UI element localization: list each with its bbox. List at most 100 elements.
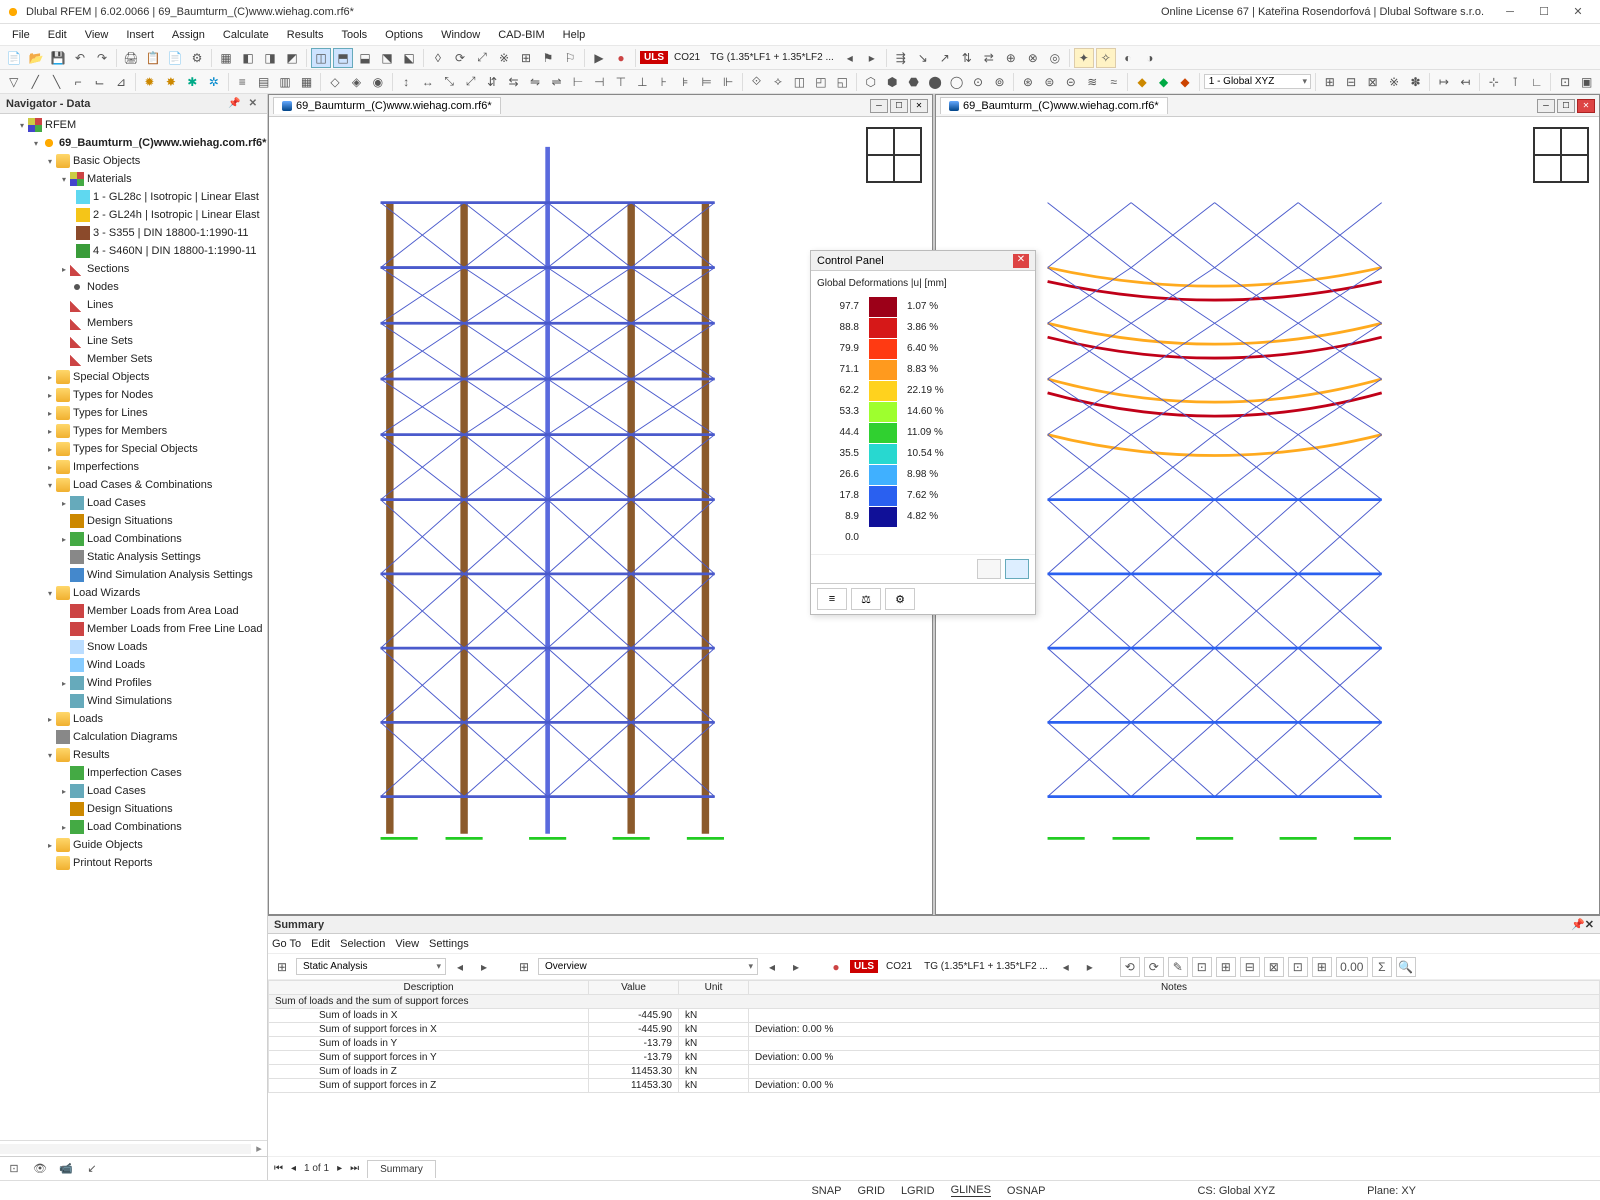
close-icon[interactable]: ✕ xyxy=(1585,918,1594,931)
summary-table[interactable]: Description Value Unit Notes Sum of load… xyxy=(268,980,1600,1156)
tool-icon[interactable]: ◉ xyxy=(368,72,387,92)
summary-combo-overview[interactable]: Overview xyxy=(538,958,758,975)
tool-icon[interactable]: ⇌ xyxy=(547,72,566,92)
snap-toggle[interactable]: SNAP xyxy=(811,1185,841,1197)
tool-icon[interactable]: ⊩ xyxy=(718,72,737,92)
grid-toggle[interactable]: GRID xyxy=(857,1185,885,1197)
tool-icon[interactable]: ⤢ xyxy=(472,48,492,68)
tool-icon[interactable]: ※ xyxy=(494,48,514,68)
tool-icon[interactable]: ◰ xyxy=(811,72,830,92)
lgrid-toggle[interactable]: LGRID xyxy=(901,1185,935,1197)
summary-menu-edit[interactable]: Edit xyxy=(311,938,330,950)
tool-icon[interactable]: ⊢ xyxy=(568,72,587,92)
view-cube-icon[interactable] xyxy=(866,127,922,183)
next-icon[interactable]: ▸ xyxy=(337,1163,342,1174)
tool-icon[interactable]: ⊿ xyxy=(111,72,130,92)
copy-icon[interactable]: 📋 xyxy=(143,48,163,68)
minimize-button[interactable]: ─ xyxy=(1494,2,1526,22)
view-tab[interactable]: 69_Baumturm_(C)www.wiehag.com.rf6* xyxy=(940,97,1168,114)
menu-edit[interactable]: Edit xyxy=(40,27,75,43)
tool-icon[interactable]: ⊠ xyxy=(1363,72,1382,92)
tool-icon[interactable]: ⇶ xyxy=(891,48,911,68)
tool-icon[interactable]: ✽ xyxy=(1406,72,1425,92)
menu-assign[interactable]: Assign xyxy=(164,27,213,43)
nav-tab-display-icon[interactable]: 👁 xyxy=(30,1162,50,1175)
view-maximize-icon[interactable]: ☐ xyxy=(1557,99,1575,113)
calc-icon[interactable]: ⚙ xyxy=(187,48,207,68)
prev-icon[interactable]: ◂ xyxy=(450,957,470,977)
global-cs-combo[interactable]: 1 - Global XYZ xyxy=(1204,74,1311,89)
tool-icon[interactable]: ⟡ xyxy=(768,72,787,92)
prev-icon[interactable]: ◂ xyxy=(840,48,860,68)
next-icon[interactable]: ▸ xyxy=(862,48,882,68)
view-close-icon[interactable]: ✕ xyxy=(910,99,928,113)
view-icon[interactable]: ◫ xyxy=(311,48,331,68)
tool-icon[interactable]: ⬣ xyxy=(904,72,923,92)
tool-icon[interactable]: ⊤ xyxy=(611,72,630,92)
menu-results[interactable]: Results xyxy=(279,27,332,43)
menu-window[interactable]: Window xyxy=(433,27,488,43)
tool-icon[interactable]: ▦ xyxy=(297,72,316,92)
menu-help[interactable]: Help xyxy=(555,27,594,43)
node-icon[interactable]: ✱ xyxy=(183,72,202,92)
tool-icon[interactable]: ⇆ xyxy=(504,72,523,92)
summary-combo-analysis[interactable]: Static Analysis xyxy=(296,958,446,975)
paste-icon[interactable]: 📄 xyxy=(165,48,185,68)
tool-icon[interactable]: ◧ xyxy=(238,48,258,68)
tool-icon[interactable]: ⊜ xyxy=(1040,72,1059,92)
tool-icon[interactable]: ※ xyxy=(1384,72,1403,92)
maximize-button[interactable]: ☐ xyxy=(1528,2,1560,22)
summary-menu-settings[interactable]: Settings xyxy=(429,938,469,950)
summary-type-icon[interactable]: ⊞ xyxy=(272,957,292,977)
next-icon[interactable]: ▸ xyxy=(474,957,494,977)
tool-icon[interactable]: ▶ xyxy=(589,48,609,68)
osnap-toggle[interactable]: OSNAP xyxy=(1007,1185,1046,1197)
view-icon[interactable]: ⬕ xyxy=(399,48,419,68)
glines-toggle[interactable]: GLINES xyxy=(951,1184,991,1197)
tool-icon[interactable]: ⌙ xyxy=(90,72,109,92)
tool-icon[interactable]: ≈ xyxy=(1104,72,1123,92)
pin-icon[interactable]: 📌 xyxy=(224,98,244,109)
menu-insert[interactable]: Insert xyxy=(118,27,162,43)
last-icon[interactable]: ⏭ xyxy=(350,1163,359,1174)
tool-icon[interactable]: ⊣ xyxy=(590,72,609,92)
view-minimize-icon[interactable]: ─ xyxy=(870,99,888,113)
tool-icon[interactable]: ⟳ xyxy=(1144,957,1164,977)
view-tab[interactable]: 69_Baumturm_(C)www.wiehag.com.rf6* xyxy=(273,97,501,114)
tool-icon[interactable]: ⊕ xyxy=(1001,48,1021,68)
tool-icon[interactable]: ⇅ xyxy=(957,48,977,68)
tool-icon[interactable]: ◨ xyxy=(260,48,280,68)
tool-icon[interactable]: ⊡ xyxy=(1288,957,1308,977)
menu-cadbim[interactable]: CAD-BIM xyxy=(490,27,552,43)
nav-tab-views-icon[interactable]: 📹 xyxy=(56,1162,76,1175)
tool-icon[interactable]: ⇵ xyxy=(482,72,501,92)
prev-icon[interactable]: ◂ xyxy=(291,1163,296,1174)
tool-icon[interactable]: ↔ xyxy=(418,72,437,92)
tool-icon[interactable]: ◑ xyxy=(1140,48,1160,68)
menu-view[interactable]: View xyxy=(77,27,117,43)
tool-icon[interactable]: ◈ xyxy=(347,72,366,92)
tool-icon[interactable]: ⊹ xyxy=(1484,72,1503,92)
tool-icon[interactable]: ⊟ xyxy=(1240,957,1260,977)
tool-icon[interactable]: ⤡ xyxy=(439,72,458,92)
tool-icon[interactable]: ⟳ xyxy=(450,48,470,68)
tool-icon[interactable]: ↘ xyxy=(913,48,933,68)
view-icon[interactable]: ⬓ xyxy=(355,48,375,68)
highlight-icon[interactable]: ✦ xyxy=(1074,48,1094,68)
tool-icon[interactable]: ⤢ xyxy=(461,72,480,92)
prev-icon[interactable]: ◂ xyxy=(762,957,782,977)
tool-icon[interactable]: ↤ xyxy=(1456,72,1475,92)
tool-icon[interactable]: ⊝ xyxy=(1061,72,1080,92)
undo-icon[interactable]: ↶ xyxy=(70,48,90,68)
legend-tool-icon[interactable] xyxy=(1005,559,1029,579)
tool-icon[interactable]: ◫ xyxy=(790,72,809,92)
record-icon[interactable]: ● xyxy=(826,957,846,977)
tool-icon[interactable]: ▽ xyxy=(4,72,23,92)
highlight-icon[interactable]: ✧ xyxy=(1096,48,1116,68)
tool-icon[interactable]: ✎ xyxy=(1168,957,1188,977)
new-icon[interactable]: 📄 xyxy=(4,48,24,68)
tool-icon[interactable]: ⊥ xyxy=(633,72,652,92)
tool-icon[interactable]: ⇋ xyxy=(525,72,544,92)
view-minimize-icon[interactable]: ─ xyxy=(1537,99,1555,113)
result-icon[interactable]: ◆ xyxy=(1175,72,1194,92)
